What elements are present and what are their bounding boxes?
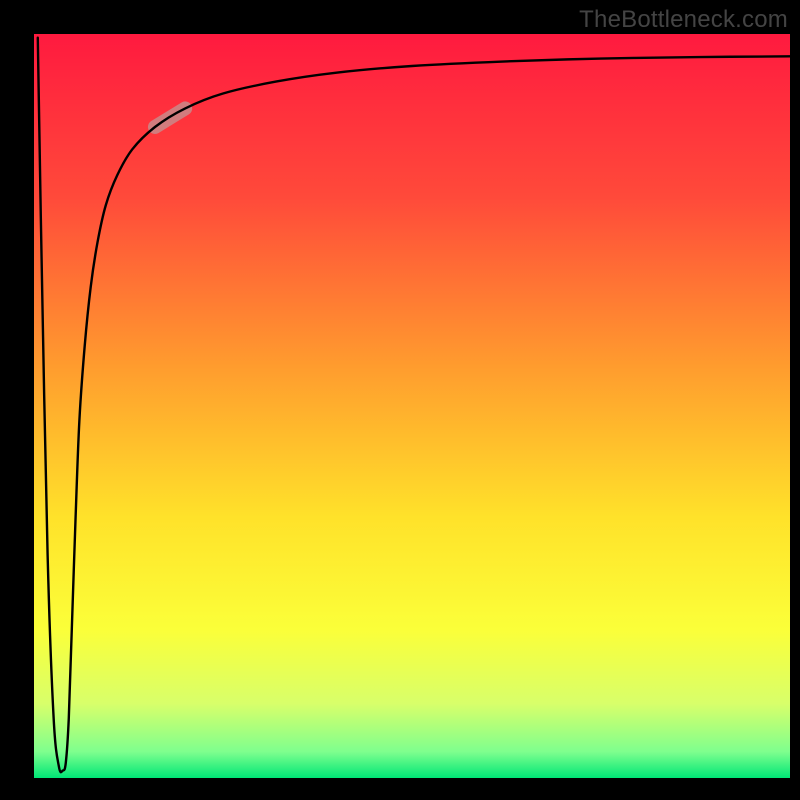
gradient-background <box>34 34 790 778</box>
plot-area <box>34 34 790 778</box>
watermark-text: TheBottleneck.com <box>579 6 788 34</box>
chart-svg <box>34 34 790 778</box>
chart-frame: TheBottleneck.com <box>0 0 800 800</box>
